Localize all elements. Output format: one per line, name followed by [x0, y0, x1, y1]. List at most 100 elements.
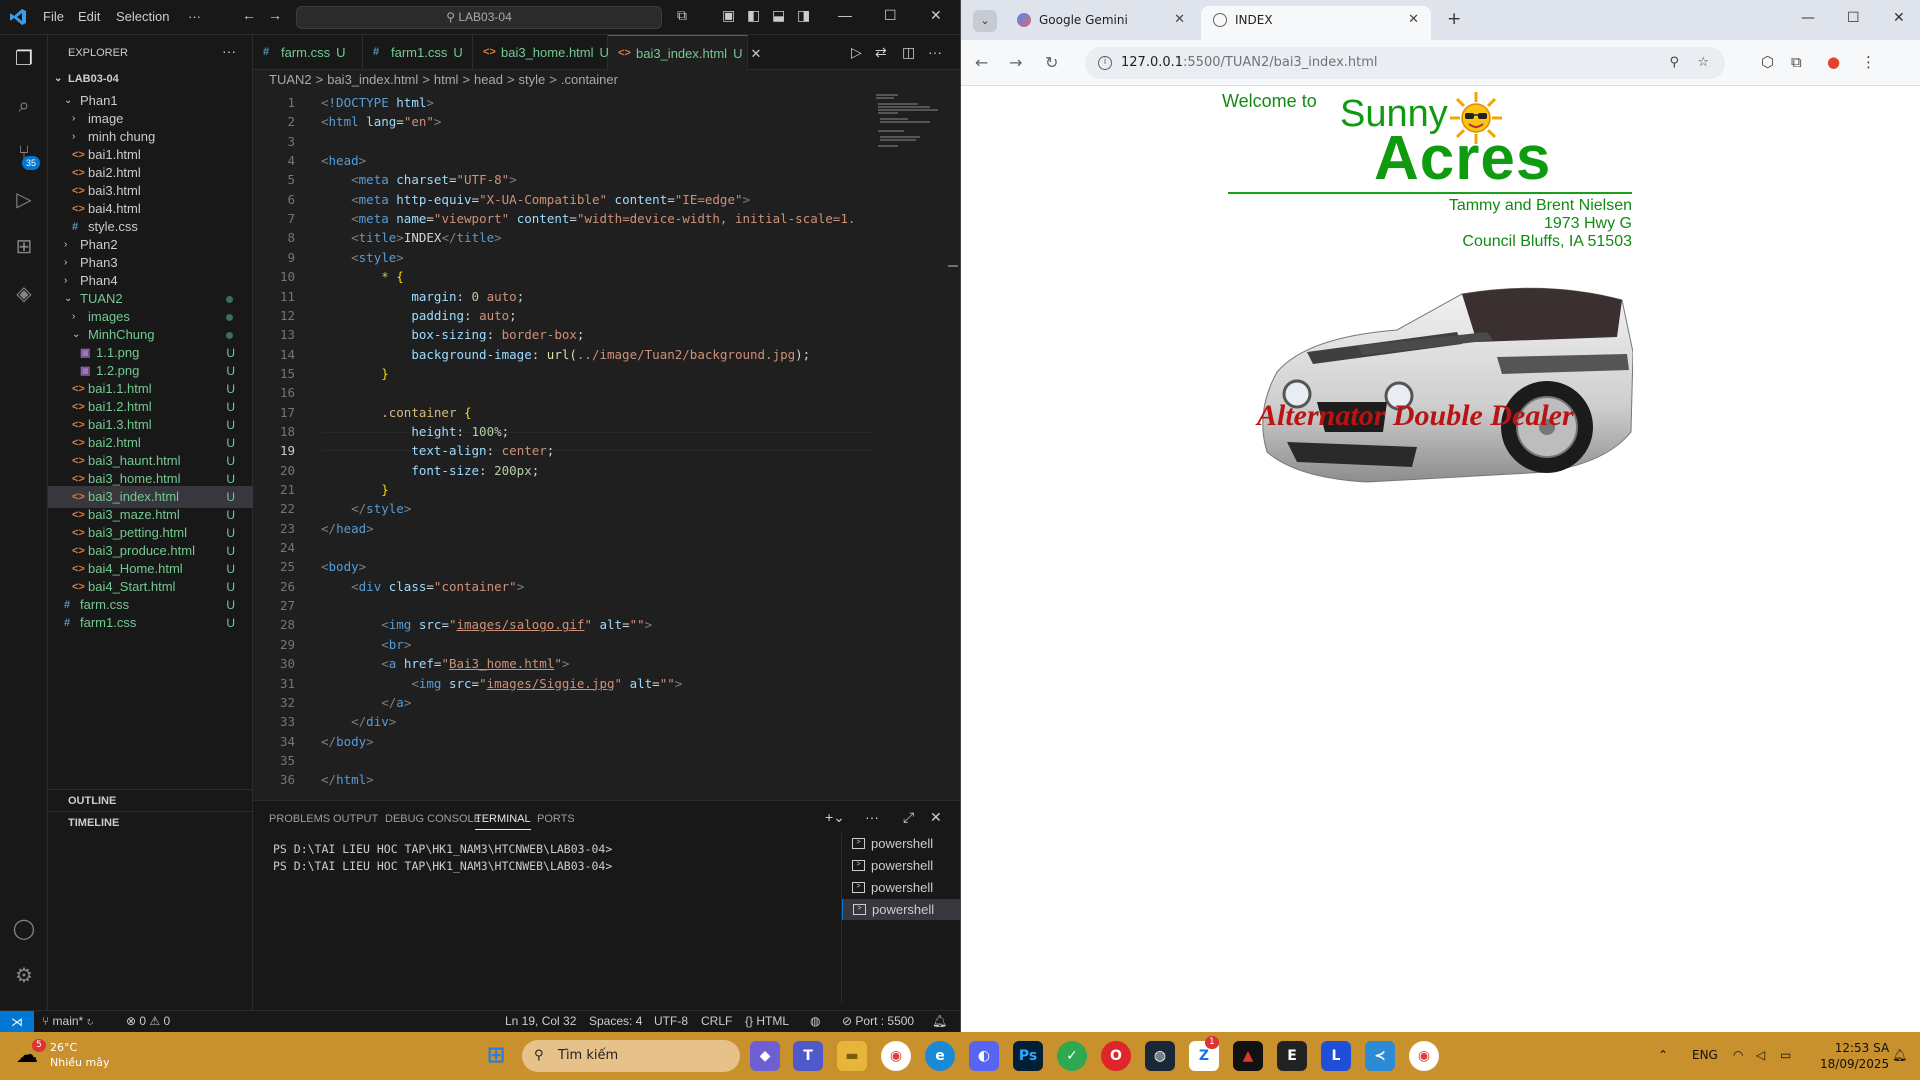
code-line[interactable]: box-sizing: border-box; [321, 327, 584, 342]
settings-gear-icon[interactable]: ⚙ [10, 962, 38, 990]
compare-icon[interactable]: ⇄ [875, 44, 887, 61]
account-icon[interactable]: ◯ [10, 915, 38, 943]
editor-tab[interactable]: # farm1.css U [363, 35, 473, 70]
menu-file[interactable]: File [43, 9, 64, 24]
code-editor[interactable]: 1 <!DOCTYPE html> 2 <html lang="en"> 3 4 <head… [253, 93, 873, 798]
code-line[interactable]: <body> [321, 559, 366, 574]
code-line[interactable]: <a href="Bai3_home.html"> [321, 656, 569, 671]
eol-status[interactable]: CRLF [701, 1014, 732, 1028]
menu-more[interactable]: ··· [188, 9, 201, 24]
minimize-icon[interactable]: — [1801, 10, 1815, 26]
editor-tab[interactable]: <> bai3_index.html U ✕ [608, 35, 761, 70]
terminal-line[interactable]: PS D:\TAI LIEU HOC TAP\HK1_NAM3\HTCNWEB\… [273, 859, 612, 873]
explorer-more-icon[interactable]: ··· [222, 43, 236, 59]
code-line[interactable]: <meta name="viewport" content="width=dev… [321, 211, 855, 226]
outline-section[interactable]: OUTLINE [48, 789, 253, 811]
tree-item[interactable]: # farm1.css U [48, 612, 253, 634]
layout-icon[interactable]: ▣ [722, 7, 735, 24]
code-line[interactable]: .container { [321, 405, 471, 420]
panel-tab[interactable]: PORTS [537, 813, 575, 825]
live-server-status[interactable]: ⊘ Port : 5500 [842, 1014, 914, 1028]
terminal-instance[interactable]: > powershell [842, 899, 961, 920]
extension-icon[interactable]: ⬡ [1761, 53, 1774, 71]
photoshop-app-icon[interactable]: Ps [1013, 1041, 1043, 1071]
close-window-icon[interactable]: ✕ [1893, 10, 1905, 26]
weather-widget[interactable]: ☁ 5 26°C Nhiều mây [16, 1039, 136, 1075]
close-panel-icon[interactable]: ✕ [930, 809, 942, 826]
code-line[interactable]: background-image: url(../image/Tuan2/bac… [321, 347, 810, 362]
code-line[interactable]: <meta http-equiv="X-UA-Compatible" conte… [321, 192, 750, 207]
branch-status[interactable]: ⑂ main* ↻ [42, 1014, 94, 1028]
run-debug-icon[interactable]: ▷ [10, 186, 38, 214]
terminal-instance[interactable]: > powershell [842, 877, 961, 898]
new-tab-icon[interactable]: + [1447, 9, 1461, 29]
bookmark-star-icon[interactable]: ☆ [1697, 47, 1709, 79]
code-line[interactable]: </html> [321, 772, 374, 787]
back-arrow-icon[interactable]: ← [242, 7, 256, 23]
toggle-sidebar-icon[interactable]: ◧ [747, 7, 760, 24]
workspace-root[interactable]: ⌄ LAB03-04 [48, 68, 253, 90]
file-explorer-icon[interactable]: ▬ [837, 1041, 867, 1071]
editor-tab[interactable]: <> bai3_home.html U [473, 35, 609, 70]
panel-tab[interactable]: PROBLEMS [269, 813, 330, 825]
code-line[interactable]: <style> [321, 250, 404, 265]
terminal-line[interactable]: PS D:\TAI LIEU HOC TAP\HK1_NAM3\HTCNWEB\… [273, 842, 612, 856]
extensions-icon[interactable]: ⊞ [10, 233, 38, 261]
chrome-dev-app-icon[interactable]: ◉ [1409, 1041, 1439, 1071]
indentation-status[interactable]: Spaces: 4 [589, 1014, 642, 1028]
code-line[interactable]: padding: auto; [321, 308, 516, 323]
code-line[interactable]: * { [321, 269, 404, 284]
address-bar[interactable]: i 127.0.0.1:5500/TUAN2/bai3_index.html ⚲… [1085, 47, 1725, 79]
explorer-icon[interactable]: ❐ [10, 45, 38, 73]
vscode-app-icon[interactable]: ≺ [1365, 1041, 1395, 1071]
forward-arrow-icon[interactable]: → [1009, 53, 1022, 72]
maximize-panel-icon[interactable]: ⤢ [903, 809, 914, 826]
search-icon[interactable]: ⌕ [10, 92, 38, 120]
code-line[interactable]: margin: 0 auto; [321, 289, 524, 304]
code-line[interactable]: </style> [321, 501, 411, 516]
breadcrumb-item[interactable]: html [434, 72, 459, 87]
extensions-puzzle-icon[interactable]: ⧉ [1791, 53, 1802, 71]
close-tab-icon[interactable]: ✕ [750, 46, 761, 61]
menu-selection[interactable]: Selection [116, 9, 169, 24]
forward-arrow-icon[interactable]: → [268, 7, 282, 23]
battery-icon[interactable]: ▭ [1780, 1048, 1791, 1062]
run-icon[interactable]: ▷ [851, 44, 862, 61]
editor-tab[interactable]: # farm.css U [253, 35, 363, 70]
code-line[interactable]: text-align: center; [321, 443, 554, 458]
profile-extension-icon[interactable]: ● [1827, 53, 1840, 71]
minimize-icon[interactable]: — [838, 7, 852, 23]
maximize-icon[interactable]: ☐ [884, 7, 897, 24]
steam-app-icon[interactable]: ◍ [1145, 1041, 1175, 1071]
code-line[interactable]: </head> [321, 521, 374, 536]
copilot-app-icon[interactable]: ◆ [750, 1041, 780, 1071]
close-window-icon[interactable]: ✕ [930, 7, 942, 24]
notification-bell-icon[interactable]: 🔔︎ [1892, 1048, 1907, 1062]
code-line[interactable]: <div class="container"> [321, 579, 524, 594]
app-l-icon[interactable]: L [1321, 1041, 1351, 1071]
language-indicator[interactable]: ENG [1692, 1048, 1718, 1062]
tab-search-chevron-icon[interactable]: ⌄ [973, 10, 997, 32]
chrome-app-icon[interactable]: ◉ [881, 1041, 911, 1071]
editor-more-icon[interactable]: ··· [928, 44, 942, 60]
code-line[interactable]: </div> [321, 714, 396, 729]
code-line[interactable]: <title>INDEX</title> [321, 230, 502, 245]
opera-app-icon[interactable]: O [1101, 1041, 1131, 1071]
game-app-icon[interactable]: ▲ [1233, 1041, 1263, 1071]
breadcrumb-item[interactable]: .container [561, 72, 618, 87]
breadcrumb-item[interactable]: TUAN2 [269, 72, 312, 87]
minimap[interactable] [874, 92, 950, 152]
new-terminal-icon[interactable]: +⌄ [825, 809, 845, 826]
edge-app-icon[interactable]: e [925, 1041, 955, 1071]
timeline-section[interactable]: TIMELINE [48, 811, 253, 833]
code-line[interactable]: <meta charset="UTF-8"> [321, 172, 517, 187]
code-line[interactable]: <!DOCTYPE html> [321, 95, 434, 110]
close-tab-icon[interactable]: ✕ [1408, 6, 1419, 34]
code-line[interactable]: </a> [321, 695, 411, 710]
maximize-icon[interactable]: ☐ [1847, 10, 1860, 26]
split-editor-icon[interactable]: ◫ [902, 44, 915, 61]
panel-tab[interactable]: OUTPUT [333, 813, 378, 825]
site-info-icon[interactable]: i [1098, 56, 1112, 70]
copilot-status-icon[interactable]: ◍ [810, 1014, 820, 1028]
code-line[interactable]: <head> [321, 153, 366, 168]
